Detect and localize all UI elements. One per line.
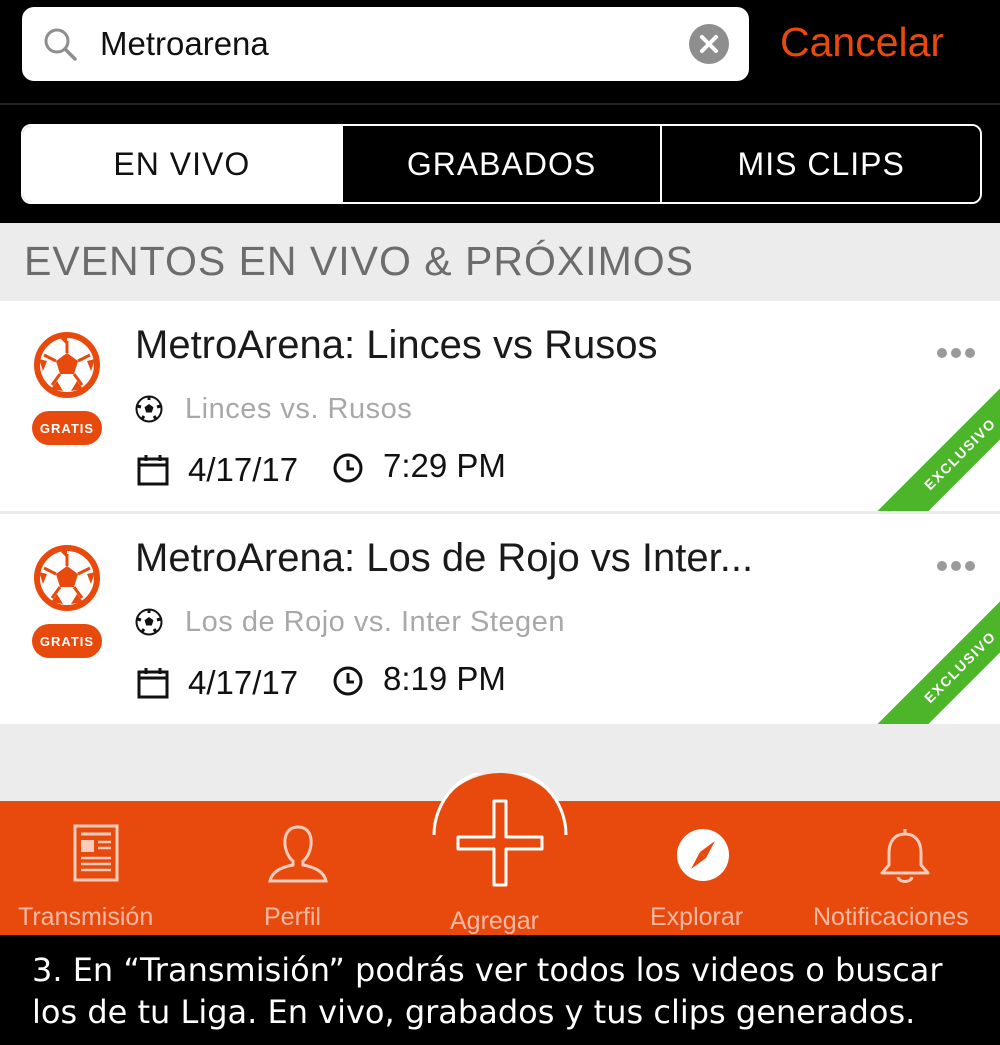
exclusive-ribbon: EXCLUSIVO [873, 367, 1000, 511]
event-title: MetroArena: Linces vs Rusos [135, 323, 658, 367]
event-card[interactable]: GRATIS MetroArena: Linces vs Rusos Lince… [0, 301, 1000, 511]
nav-item-explorar[interactable]: Explorar [630, 801, 780, 935]
ribbon-label: EXCLUSIVO [920, 627, 1000, 707]
ribbon-label: EXCLUSIVO [920, 414, 1000, 494]
soccer-ball-icon [34, 545, 100, 611]
plus-icon [432, 773, 568, 887]
section-title: EVENTOS EN VIVO & PRÓXIMOS [24, 238, 695, 284]
more-options-icon[interactable] [937, 558, 979, 571]
price-badge: GRATIS [32, 624, 102, 658]
person-icon [268, 825, 328, 883]
nav-label: Notificaciones [813, 903, 969, 931]
segmented-tabs: EN VIVO GRABADOS MIS CLIPS [21, 124, 982, 204]
soccer-icon [135, 395, 163, 423]
calendar-icon [137, 668, 169, 699]
events-list: EVENTOS EN VIVO & PRÓXIMOS GRATIS MetroA… [0, 223, 1000, 803]
search-icon [44, 28, 77, 61]
event-match: Linces vs. Rusos [185, 393, 413, 425]
nav-item-transmision[interactable]: Transmisión [0, 801, 190, 935]
nav-item-agregar[interactable]: Agregar [428, 773, 572, 935]
compass-icon [677, 829, 729, 881]
calendar-icon [137, 455, 169, 486]
cancel-button[interactable]: Cancelar [780, 16, 944, 68]
nav-label: Transmisión [18, 903, 154, 931]
nav-label: Agregar [450, 907, 539, 935]
caption-text: 3. En “Transmisión” podrás ver todos los… [32, 951, 943, 1031]
soccer-ball-icon [34, 332, 100, 398]
nav-label: Explorar [650, 903, 744, 931]
tabs-container: EN VIVO GRABADOS MIS CLIPS [0, 105, 1000, 223]
price-badge: GRATIS [32, 411, 102, 445]
more-options-icon[interactable] [937, 345, 979, 358]
event-title: MetroArena: Los de Rojo vs Inter... [135, 536, 754, 580]
soccer-icon [135, 608, 163, 636]
clock-icon [333, 666, 363, 696]
search-bar: Metroarena Cancelar [0, 0, 1000, 103]
event-time: 8:19 PM [383, 660, 506, 697]
exclusive-ribbon: EXCLUSIVO [873, 580, 1000, 724]
nav-item-notificaciones[interactable]: Notificaciones [805, 801, 1000, 935]
search-query: Metroarena [100, 25, 269, 62]
event-date: 4/17/17 [188, 451, 299, 488]
clear-search-icon[interactable] [689, 24, 729, 64]
tab-grabados[interactable]: GRABADOS [340, 126, 661, 202]
nav-label: Perfil [264, 903, 321, 931]
event-match: Los de Rojo vs. Inter Stegen [185, 606, 565, 638]
tab-mis-clips[interactable]: MIS CLIPS [660, 126, 980, 202]
newspaper-icon [73, 824, 119, 882]
clock-icon [333, 453, 363, 483]
bottom-nav: Transmisión Perfil Agregar Explorar Noti… [0, 773, 1000, 935]
tab-en-vivo[interactable]: EN VIVO [23, 126, 341, 202]
event-time: 7:29 PM [383, 447, 506, 484]
event-date: 4/17/17 [188, 664, 299, 701]
bell-icon [880, 829, 930, 883]
event-card[interactable]: GRATIS MetroArena: Los de Rojo vs Inter.… [0, 514, 1000, 724]
search-input[interactable]: Metroarena [22, 7, 749, 81]
nav-item-perfil[interactable]: Perfil [230, 801, 370, 935]
caption: 3. En “Transmisión” podrás ver todos los… [0, 935, 1000, 1045]
